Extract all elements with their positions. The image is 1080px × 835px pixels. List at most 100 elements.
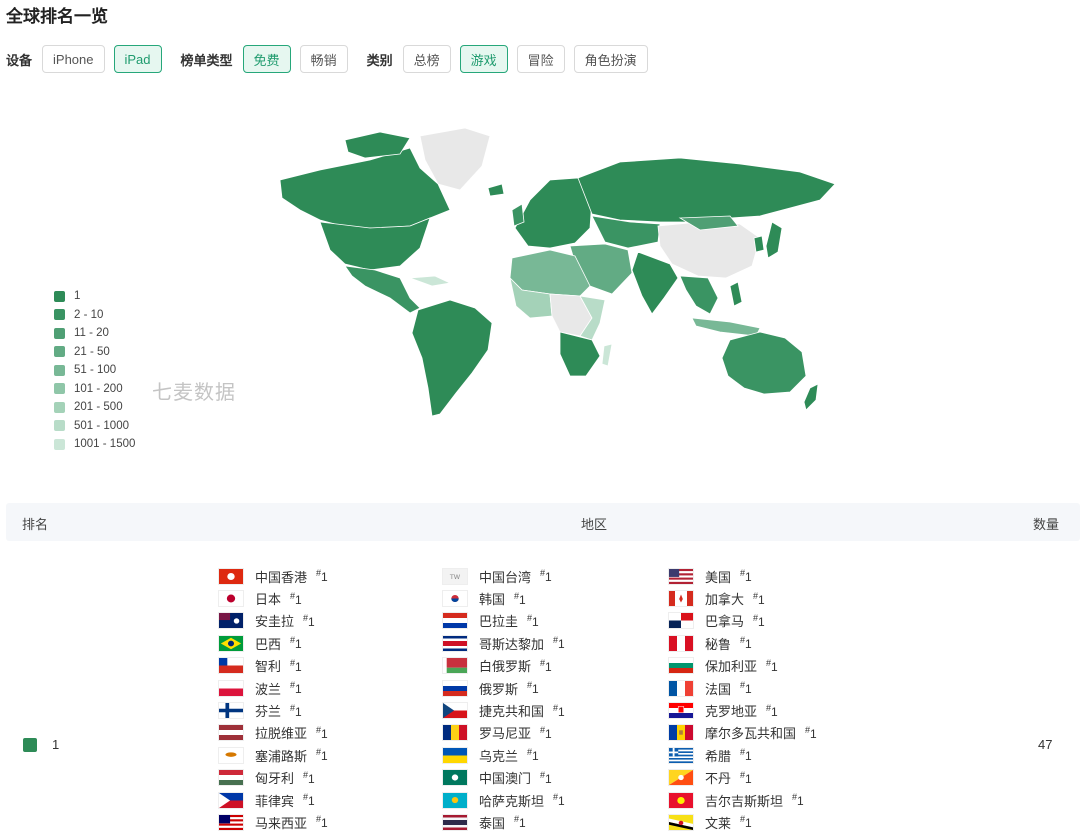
legend-item[interactable]: 1001 - 1500 [54,435,135,454]
legend-item[interactable]: 501 - 1000 [54,417,135,436]
country-item[interactable]: 安圭拉 #1 [218,610,438,632]
category-option-games[interactable]: 游戏 [459,45,508,73]
country-rank: #1 [553,702,565,719]
legend-label: 51 - 100 [74,364,117,377]
country-item[interactable]: 罗马尼亚 #1 [442,722,662,744]
flag-icon [668,724,694,742]
country-name: 白俄罗斯 [479,659,532,675]
country-item[interactable]: 中国澳门 #1 [442,767,662,789]
country-item[interactable]: 不丹 #1 [668,767,888,789]
country-item[interactable]: 韩国 #1 [442,587,662,609]
country-item[interactable]: 拉脱维亚 #1 [218,722,438,744]
country-item[interactable]: 芬兰 #1 [218,699,438,721]
country-item[interactable]: 克罗地亚 #1 [668,699,888,721]
country-item[interactable]: 美国 #1 [668,565,888,587]
country-item[interactable]: 塞浦路斯 #1 [218,744,438,766]
legend-item[interactable]: 51 - 100 [54,361,135,380]
map-legend: 1 2 - 10 11 - 20 21 - 50 51 - 100 101 - … [54,287,135,454]
country-rank-value: 1 [519,592,526,607]
country-rank-value: 1 [745,682,752,697]
category-option-adventure[interactable]: 冒险 [516,45,565,73]
legend-label: 1001 - 1500 [74,438,136,451]
country-item[interactable]: 秘鲁 #1 [668,632,888,654]
world-map[interactable] [260,118,850,428]
map-region-europe [514,177,593,249]
country-item[interactable]: 希腊 #1 [668,744,888,766]
legend-item[interactable]: 1 [54,287,135,306]
flag-icon [442,702,468,720]
legend-item[interactable]: 11 - 20 [54,324,135,343]
country-item[interactable]: 文莱 #1 [668,811,888,833]
device-option-ipad[interactable]: iPad [113,45,162,73]
country-rank-value: 1 [321,749,328,764]
country-rank-value: 1 [745,570,752,585]
country-rank: #1 [740,747,752,764]
country-name: 智利 [255,659,282,675]
country-item[interactable]: 加拿大 #1 [668,587,888,609]
country-item[interactable]: 匈牙利 #1 [218,767,438,789]
country-rank-value: 1 [745,771,752,786]
legend-item[interactable]: 2 - 10 [54,306,135,325]
country-item[interactable]: 乌克兰 #1 [442,744,662,766]
country-name: 文莱 [705,815,732,831]
legend-label: 2 - 10 [74,308,104,321]
country-item[interactable]: 智利 #1 [218,655,438,677]
flag-icon [218,567,244,585]
flag-icon [668,590,694,608]
country-item[interactable]: 哈萨克斯坦 #1 [442,789,662,811]
country-item[interactable]: 波兰 #1 [218,677,438,699]
country-item[interactable]: 中国香港 #1 [218,565,438,587]
flag-icon [442,813,468,831]
flag-icon [668,612,694,630]
country-item[interactable]: 吉尔吉斯斯坦 #1 [668,789,888,811]
map-region-southern-africa [559,331,601,377]
country-rank-value: 1 [810,726,817,741]
country-name: 日本 [255,592,282,608]
chart-type-option-free[interactable]: 免费 [242,45,291,73]
country-item[interactable]: 日本 #1 [218,587,438,609]
country-item[interactable]: 泰国 #1 [442,811,662,833]
country-rank: #1 [553,792,565,809]
country-rank: #1 [527,747,539,764]
page-title: 全球排名一览 [6,7,108,26]
country-item[interactable]: 摩尔多瓦共和国 #1 [668,722,888,744]
country-rank: #1 [316,814,328,831]
country-item[interactable]: 菲律宾 #1 [218,789,438,811]
country-name: 安圭拉 [255,614,295,630]
legend-item[interactable]: 21 - 50 [54,343,135,362]
flag-icon [218,769,244,787]
country-item[interactable]: 俄罗斯 #1 [442,677,662,699]
country-rank: #1 [290,680,302,697]
country-item[interactable]: 巴拉圭 #1 [442,610,662,632]
country-item[interactable]: 巴拿马 #1 [668,610,888,632]
country-item[interactable]: 法国 #1 [668,677,888,699]
country-column: 美国 #1 加拿大 #1 巴拿马 #1 秘鲁 #1 保加利亚 #1 法国 #1 克罗地亚 #1 摩尔多瓦共和… [668,565,888,834]
flag-icon [218,590,244,608]
country-rank-value: 1 [745,816,752,831]
flag-icon [218,634,244,652]
country-rank: #1 [540,568,552,585]
country-item[interactable]: 巴西 #1 [218,632,438,654]
chart-type-option-grossing[interactable]: 畅销 [299,45,348,73]
device-option-iphone[interactable]: iPhone [42,45,105,73]
category-option-role-playing[interactable]: 角色扮演 [573,45,648,73]
map-region-arctic-islands [344,131,411,159]
country-item[interactable]: 白俄罗斯 #1 [442,655,662,677]
map-region-australia [721,331,807,395]
country-rank-value: 1 [758,614,765,629]
map-region-uk [511,203,525,227]
category-option-overall[interactable]: 总榜 [402,45,451,73]
country-item[interactable]: 保加利亚 #1 [668,655,888,677]
country-item[interactable]: TW 中国台湾 #1 [442,565,662,587]
country-rank: #1 [766,702,778,719]
legend-item[interactable]: 101 - 200 [54,380,135,399]
country-rank-value: 1 [545,771,552,786]
country-item[interactable]: 捷克共和国 #1 [442,699,662,721]
map-region-madagascar [601,343,613,367]
country-rank: #1 [527,612,539,629]
country-item[interactable]: 马来西亚 #1 [218,811,438,833]
country-item[interactable]: 哥斯达黎加 #1 [442,632,662,654]
country-rank-value: 1 [295,592,302,607]
legend-item[interactable]: 201 - 500 [54,398,135,417]
map-region-southeast-asia [679,275,719,315]
